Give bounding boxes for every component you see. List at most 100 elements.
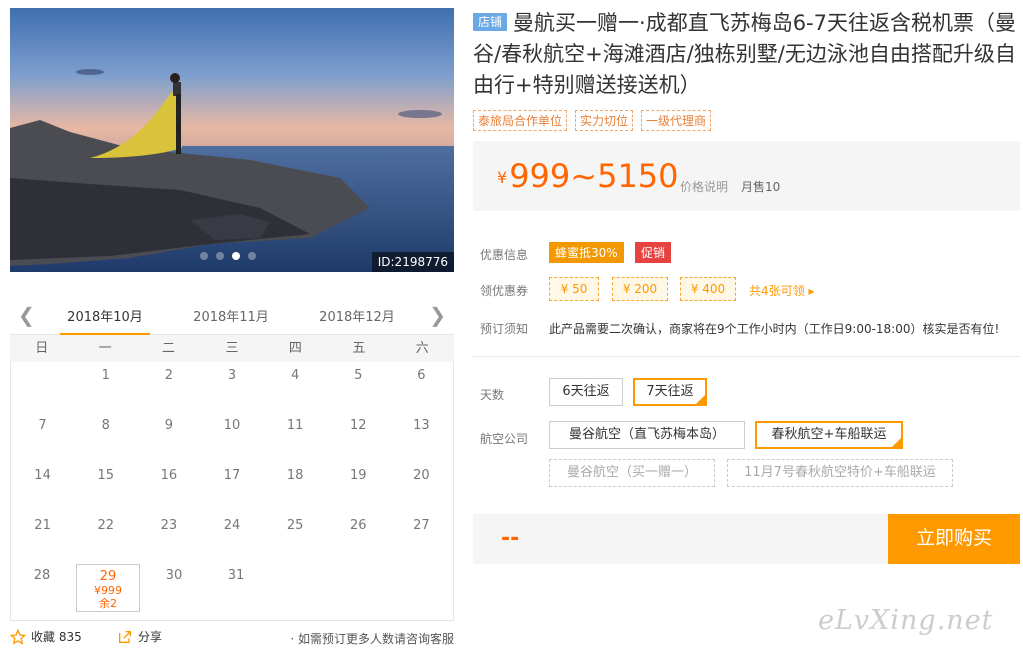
monthly-sales: 月售10 (741, 180, 781, 194)
calendar-day[interactable]: 27 (390, 512, 453, 562)
carousel-dot[interactable] (200, 252, 208, 260)
calendar-day-number: 9 (164, 418, 173, 433)
share-icon (119, 630, 131, 643)
weekday-label: 一 (98, 341, 112, 356)
price-range: ¥999~5150 (497, 157, 679, 195)
calendar-day[interactable]: 11 (264, 412, 327, 462)
calendar-day[interactable]: 24 (200, 512, 263, 562)
coupon-button[interactable]: ¥ 400 (680, 277, 736, 301)
calendar-month-tab[interactable]: 2018年11月 (186, 306, 276, 325)
calendar-day[interactable]: 16 (137, 462, 200, 512)
share-button[interactable]: 分享 (117, 628, 162, 645)
calendar-day-number: 24 (223, 518, 241, 533)
calendar-day[interactable]: 25 (264, 512, 327, 562)
calendar-day[interactable]: 2 (137, 362, 200, 412)
calendar-day-number: 2 (164, 368, 173, 383)
calendar-day[interactable]: 13 (390, 412, 453, 462)
calendar-empty-cell (329, 562, 391, 612)
calendar-week-row: 7 8 9 10 11 12 13 (11, 412, 453, 462)
calendar-day[interactable]: 1 (74, 362, 137, 412)
buy-now-button[interactable]: 立即购买 (888, 514, 1020, 564)
airline-option[interactable]: 曼谷航空（直飞苏梅本岛） (549, 421, 745, 449)
calendar-week-row: 21 22 23 24 25 26 27 (11, 512, 453, 562)
airline-label: 航空公司 (480, 432, 529, 446)
calendar-day[interactable]: 14 (11, 462, 74, 512)
calendar-day[interactable]: 9 (137, 412, 200, 462)
calendar-day-number: 3 (227, 368, 237, 383)
calendar-day[interactable]: 4 (264, 362, 327, 412)
calendar-day[interactable]: 8 (74, 412, 137, 462)
calendar-day[interactable]: 30 (143, 562, 205, 612)
calendar-month-nav: ❮ 2018年10月 2018年11月 2018年12月 ❯ (10, 295, 454, 335)
calendar-day-number: 1 (101, 368, 110, 383)
calendar-month-tab[interactable]: 2018年12月 (312, 306, 402, 325)
calendar-day-number: 27 (413, 518, 430, 533)
store-tag[interactable]: 店铺 (473, 13, 508, 31)
calendar-day[interactable]: 7 (11, 412, 74, 462)
coupon-button[interactable]: ¥ 50 (549, 277, 599, 301)
calendar-day-number: 12 (350, 418, 367, 433)
total-price: -- (501, 526, 520, 551)
consult-note[interactable]: · 如需预订更多人数请咨询客服 (290, 630, 454, 647)
calendar-day[interactable]: 17 (200, 462, 263, 512)
honey-discount-tag: 蜂蜜抵30% (549, 242, 624, 263)
calendar-day[interactable]: 5 (327, 362, 390, 412)
calendar-day[interactable]: 12 (327, 412, 390, 462)
airline-option-disabled: 11月7号春秋航空特价+车船联运 (727, 459, 953, 487)
coupon-more-link[interactable]: 共4张可领 ▸ (749, 282, 814, 299)
airline-option-selected[interactable]: 春秋航空+车船联运 (755, 421, 903, 449)
hero-image[interactable]: ID:2198776 (10, 8, 454, 272)
calendar-day[interactable]: 20 (390, 462, 453, 512)
calendar-day-number: 16 (160, 468, 178, 483)
calendar-day[interactable]: 10 (200, 412, 263, 462)
chevron-left-icon[interactable]: ❮ (18, 303, 35, 327)
price-calendar: ❮ 2018年10月 2018年11月 2018年12月 ❯ 日 一 二 三 四… (10, 295, 454, 621)
price-explain-link[interactable]: 价格说明 (680, 178, 728, 195)
favorite-label: 收藏 835 (31, 630, 82, 644)
days-option-selected[interactable]: 7天往返 (633, 378, 707, 406)
calendar-month-tab[interactable]: 2018年10月 (60, 306, 150, 335)
carousel-dot-active[interactable] (232, 252, 240, 260)
calendar-empty-cell (391, 562, 453, 612)
carousel-dot[interactable] (248, 252, 256, 260)
calendar-day[interactable]: 6 (390, 362, 453, 412)
share-label: 分享 (138, 630, 163, 644)
calendar-day[interactable]: 31 (205, 562, 267, 612)
booking-notice-text: 此产品需要二次确认，商家将在9个工作小时内（工作日9:00-18:00）核实是否… (549, 322, 1000, 336)
calendar-day-number: 28 (33, 568, 51, 583)
carousel-dots (200, 252, 256, 260)
calendar-day[interactable]: 22 (74, 512, 137, 562)
product-actions: 收藏 835 分享 · 如需预订更多人数请咨询客服 (10, 628, 454, 648)
calendar-day-remaining: 余2 (99, 597, 117, 610)
favorite-button[interactable]: 收藏 835 (10, 628, 82, 645)
calendar-day-number: 7 (38, 418, 47, 433)
calendar-day-number: 22 (97, 518, 114, 533)
calendar-day[interactable]: 15 (74, 462, 137, 512)
days-label: 天数 (480, 388, 505, 402)
weekday-label: 四 (288, 341, 302, 356)
calendar-day-number: 26 (350, 518, 367, 533)
price-range-value: 999~5150 (509, 157, 679, 195)
calendar-day-number: 18 (286, 468, 304, 483)
calendar-day-selected[interactable]: 29 ¥999 余2 (76, 564, 140, 612)
calendar-day[interactable]: 19 (327, 462, 390, 512)
carousel-dot[interactable] (216, 252, 224, 260)
calendar-day-number: 14 (34, 468, 51, 483)
calendar-day[interactable]: 18 (264, 462, 327, 512)
calendar-day[interactable]: 28 (11, 562, 73, 612)
weekday-label: 二 (162, 341, 176, 356)
calendar-day-number: 11 (286, 418, 304, 433)
days-option[interactable]: 6天往返 (549, 378, 623, 406)
calendar-day-number: 30 (165, 568, 183, 583)
coupon-button[interactable]: ¥ 200 (612, 277, 668, 301)
chevron-right-icon[interactable]: ❯ (429, 303, 446, 327)
calendar-day[interactable]: 21 (11, 512, 74, 562)
calendar-day-number: 10 (223, 418, 241, 433)
promo-label: 优惠信息 (480, 248, 529, 262)
star-icon (10, 628, 26, 645)
calendar-day-number: 23 (160, 518, 178, 533)
calendar-day[interactable]: 3 (200, 362, 263, 412)
calendar-day[interactable]: 23 (137, 512, 200, 562)
calendar-day[interactable]: 26 (327, 512, 390, 562)
calendar-day-number: 29 (99, 569, 117, 584)
